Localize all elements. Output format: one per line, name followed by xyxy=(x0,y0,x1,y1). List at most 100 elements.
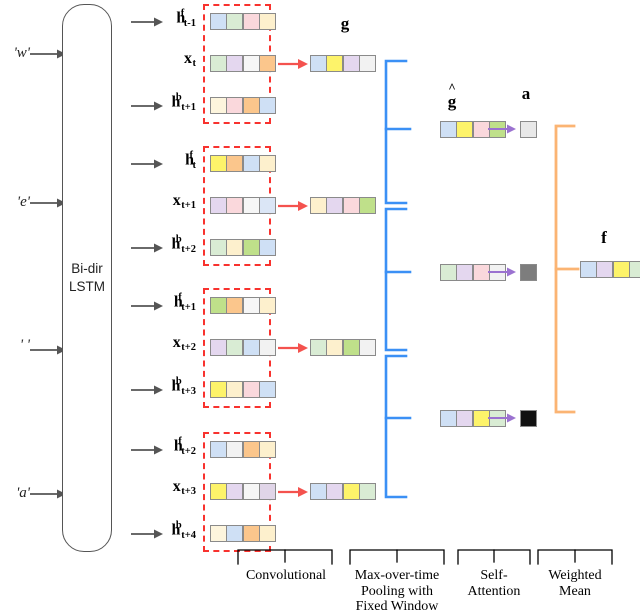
vector-cell xyxy=(243,56,259,71)
vector-cell xyxy=(457,265,473,280)
vector-cell xyxy=(473,265,489,280)
vector-cell xyxy=(597,262,613,277)
vector-label-h-f-t+2: hft+2 xyxy=(173,436,196,457)
cap-mean: Weighted Mean xyxy=(538,568,612,599)
vector-label-h-b-t+4: hbt+4 xyxy=(171,520,196,541)
vector-cell xyxy=(243,298,259,313)
vector-x-t xyxy=(210,55,277,72)
vector-label-x-t+3: xt+3 xyxy=(172,478,196,498)
vector-cell xyxy=(260,98,276,113)
attention-weight-a-3 xyxy=(520,410,537,427)
conv-arrow-2 xyxy=(278,201,308,211)
vector-label-h-b-t+3: hbt+3 xyxy=(171,376,196,397)
attention-arrow-3 xyxy=(488,413,516,423)
vector-cell xyxy=(211,156,226,171)
vector-cell xyxy=(327,340,343,355)
vector-label-x-t+1: xt+1 xyxy=(172,192,196,212)
vector-cell xyxy=(260,442,276,457)
caption-line: Attention xyxy=(467,583,521,599)
vector-cell xyxy=(441,265,456,280)
vector-h-b-t+2 xyxy=(210,239,277,256)
vector-cell xyxy=(360,484,376,499)
vector-cell xyxy=(311,340,326,355)
vector-cell xyxy=(211,56,226,71)
f-output-vector xyxy=(580,261,640,278)
vector-cell xyxy=(211,526,226,541)
vector-label-x-t+2: xt+2 xyxy=(172,334,196,354)
vector-cell xyxy=(243,98,259,113)
vector-label-h-b-t+1: hbt+1 xyxy=(171,92,196,113)
vector-cell xyxy=(243,198,259,213)
vector-cell xyxy=(211,14,226,29)
caption-line: Pooling with xyxy=(361,583,433,599)
vector-cell xyxy=(227,240,243,255)
vector-h-b-t+4 xyxy=(210,525,277,542)
vector-cell xyxy=(227,526,243,541)
vector-cell xyxy=(457,122,473,137)
vector-cell xyxy=(211,340,226,355)
vector-cell xyxy=(311,56,326,71)
vector-cell xyxy=(211,198,226,213)
vector-cell xyxy=(630,262,640,277)
vector-cell xyxy=(260,526,276,541)
vector-cell xyxy=(473,411,489,426)
vector-cell xyxy=(227,98,243,113)
vector-cell xyxy=(243,382,259,397)
caption-line: Fixed Window xyxy=(355,599,439,615)
attention-arrow-2 xyxy=(488,267,516,277)
attention-arrow-1 xyxy=(488,124,516,134)
vector-cell xyxy=(243,240,259,255)
caption-line: Self- xyxy=(480,568,508,583)
vector-g-2 xyxy=(310,197,377,214)
bidir-lstm-label: Bi-dir LSTM xyxy=(68,260,105,294)
cap-attn: Self- Attention xyxy=(458,568,530,599)
vector-cell xyxy=(211,442,226,457)
vector-cell xyxy=(327,484,343,499)
input-arrow-space xyxy=(30,345,66,355)
vector-cell xyxy=(211,98,226,113)
vector-g-1 xyxy=(310,55,377,72)
vector-cell xyxy=(343,340,359,355)
caption-line: Mean xyxy=(559,583,591,599)
vector-cell xyxy=(260,198,276,213)
vector-h-f-t+1 xyxy=(210,297,277,314)
vector-label-h-b-t+2: hbt+2 xyxy=(171,234,196,255)
vector-cell xyxy=(260,484,276,499)
input-arrow-e xyxy=(30,198,66,208)
vector-cell xyxy=(227,14,243,29)
vector-cell xyxy=(360,340,376,355)
vector-g-3 xyxy=(310,339,377,356)
conv-arrow-1 xyxy=(278,59,308,69)
vector-cell xyxy=(227,382,243,397)
vector-cell xyxy=(243,484,259,499)
vector-cell xyxy=(243,442,259,457)
vector-cell xyxy=(260,382,276,397)
input-arrow-w xyxy=(30,49,66,59)
vector-x-t+2 xyxy=(210,339,277,356)
g-heading: g xyxy=(340,14,350,33)
vector-label-h-f-t-1: hft-1 xyxy=(176,8,196,29)
vector-cell xyxy=(343,56,359,71)
vector-cell xyxy=(211,484,226,499)
vector-h-b-t+1 xyxy=(210,97,277,114)
vector-cell xyxy=(243,14,259,29)
vector-cell xyxy=(227,198,243,213)
caption-line: Weighted xyxy=(548,568,602,583)
input-char-w: 'w' xyxy=(13,45,30,61)
input-char-e: 'e' xyxy=(16,194,30,210)
vector-cell xyxy=(260,340,276,355)
input-arrow-a xyxy=(30,489,66,499)
vector-x-t+3 xyxy=(210,483,277,500)
pooling-brackets xyxy=(384,59,412,499)
vector-cell xyxy=(260,56,276,71)
attention-heading: a xyxy=(521,84,531,103)
vector-cell xyxy=(473,122,489,137)
vector-h-f-t xyxy=(210,155,277,172)
vector-x-t+1 xyxy=(210,197,277,214)
vector-g-4 xyxy=(310,483,377,500)
vector-cell xyxy=(243,526,259,541)
vector-cell xyxy=(613,262,629,277)
conv-arrow-4 xyxy=(278,487,308,497)
ghat-heading: ^ g xyxy=(447,80,457,111)
vector-cell xyxy=(441,122,456,137)
